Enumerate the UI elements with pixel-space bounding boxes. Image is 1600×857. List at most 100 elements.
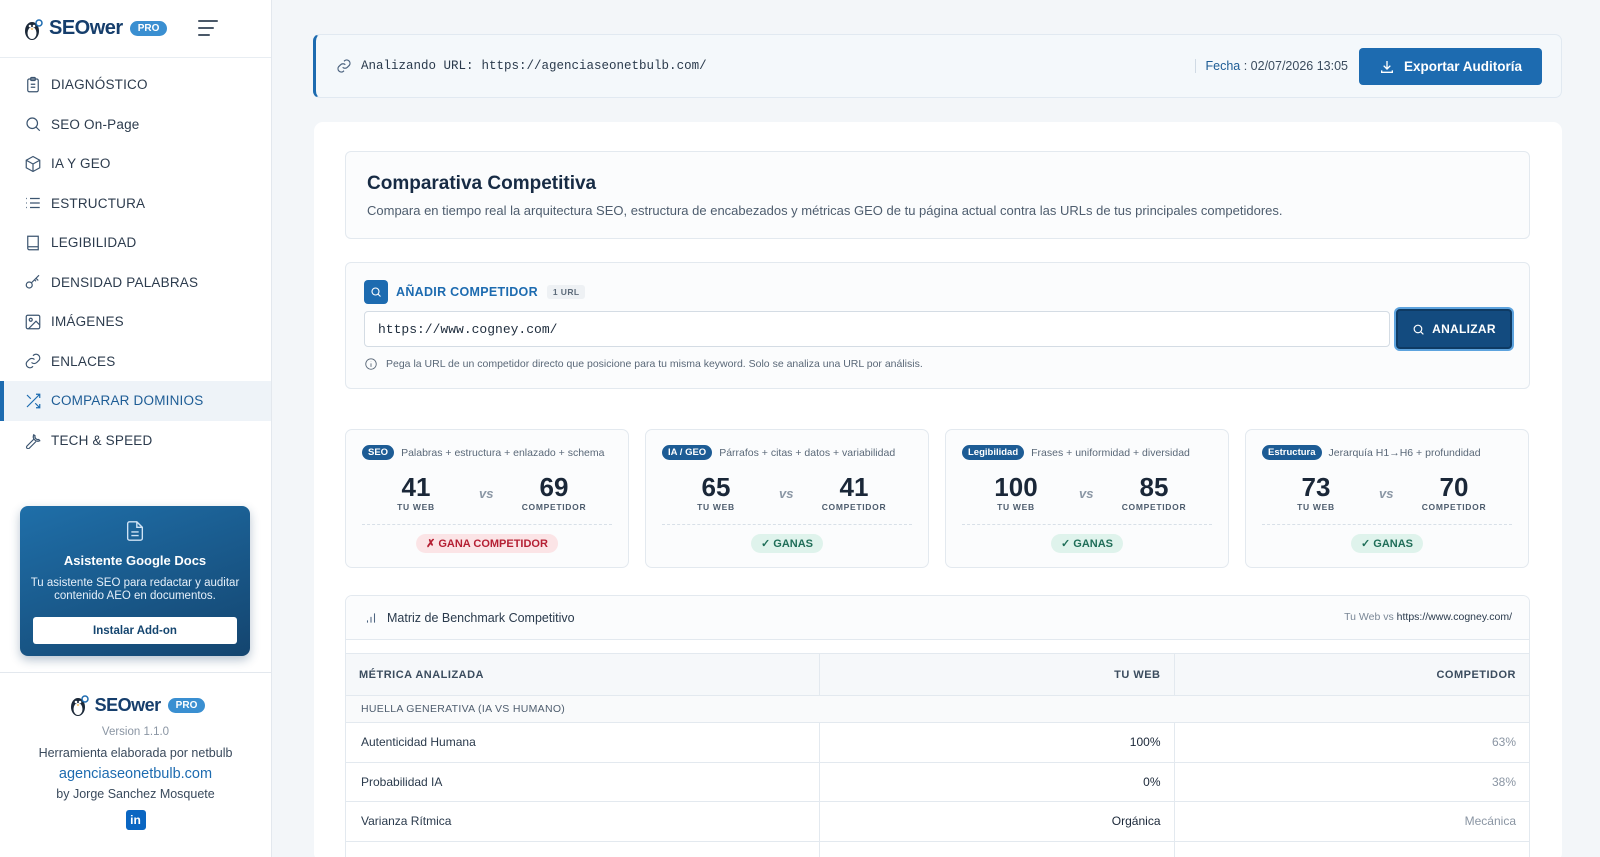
promo-description: Tu asistente SEO para redactar y auditar… — [30, 577, 240, 602]
benchmark-vs-text: Tu Web vs https://www.cogney.com/ — [1344, 611, 1512, 623]
add-competitor-header: AÑADIR COMPETIDOR 1 URL — [364, 280, 586, 304]
your-score-label: TU WEB — [697, 502, 735, 512]
date-value: 02/07/2026 13:05 — [1250, 59, 1348, 73]
card-subtitle: Párrafos + citas + datos + variabilidad — [719, 446, 896, 459]
sidebar-item-enlaces[interactable]: ENLACES — [0, 342, 271, 382]
table-group-row: HUELLA GENERATIVA (IA VS HUMANO) — [346, 695, 1529, 723]
competitor-url-input[interactable]: https://www.cogney.com/ — [364, 311, 1390, 347]
metric-name: Probabilidad IA — [346, 762, 820, 802]
list-icon — [26, 198, 40, 209]
sidebar-item-legibilidad[interactable]: LEGIBILIDAD — [0, 223, 271, 263]
analysis-bar: Analizando URL: https://agenciaseonetbul… — [313, 34, 1562, 98]
date-label: Fecha — [1205, 59, 1241, 73]
table-row: Varianza Rítmica Orgánica Mecánica — [346, 801, 1529, 842]
column-header-you: TU WEB — [819, 653, 1175, 696]
sidebar-header: SEOwer PRO — [0, 0, 271, 58]
score-card-seo: SEO Palabras + estructura + enlazado + sc… — [345, 429, 629, 568]
your-score: 65 TU WEB — [671, 472, 761, 512]
competitor-score-value: 85 — [1139, 472, 1169, 502]
competitor-score: 69 COMPETIDOR — [509, 472, 599, 512]
sidebar-item-imagenes[interactable]: IMÁGENES — [0, 302, 271, 342]
install-addon-button[interactable]: Instalar Add-on — [33, 617, 237, 644]
result-badge: ✓ GANAS — [751, 534, 823, 553]
agency-link[interactable]: agenciaseonetbulb.com — [0, 766, 271, 782]
vs-label: vs — [1379, 486, 1394, 501]
your-score: 73 TU WEB — [1271, 472, 1361, 512]
sidebar-item-label: LEGIBILIDAD — [51, 235, 137, 251]
search-icon — [26, 117, 41, 132]
competitor-score-label: COMPETIDOR — [1121, 502, 1187, 512]
sidebar-item-label: IMÁGENES — [51, 314, 124, 330]
search-icon — [364, 280, 388, 304]
add-competitor-card: AÑADIR COMPETIDOR 1 URL https://www.cogn… — [345, 262, 1530, 389]
your-score-label: TU WEB — [397, 502, 435, 512]
competitor-score-value: 69 — [539, 472, 569, 502]
table-row: Probabilidad IA 0% 38% — [346, 762, 1529, 802]
your-score-value: 100 — [994, 472, 1038, 502]
link-icon — [337, 59, 351, 73]
add-competitor-hint: Pega la URL de un competidor directo que… — [364, 357, 923, 371]
sidebar-item-diagnostico[interactable]: DIAGNÓSTICO — [0, 65, 271, 105]
google-docs-promo: Asistente Google Docs Tu asistente SEO p… — [20, 506, 250, 656]
menu-toggle-icon[interactable] — [198, 20, 218, 38]
sidebar-item-label: IA Y GEO — [51, 156, 111, 172]
export-audit-button[interactable]: Exportar Auditoría — [1359, 48, 1542, 85]
competitor-value: Mecánica — [1174, 801, 1529, 842]
table-row: Autenticidad Humana 100% 63% — [346, 722, 1529, 763]
made-by-text: Herramienta elaborada por netbulb — [38, 746, 233, 760]
promo-title: Asistente Google Docs — [63, 553, 207, 568]
main-panel: Comparativa Competitiva Compara en tiemp… — [314, 122, 1562, 857]
sidebar-item-label: DIAGNÓSTICO — [51, 77, 148, 93]
footer-app-name: SEOwer — [94, 694, 162, 715]
result-badge: ✓ GANAS — [1051, 534, 1123, 553]
competitor-score-label: COMPETIDOR — [521, 502, 587, 512]
metric-name: Varianza Rítmica — [346, 801, 820, 842]
info-icon — [365, 358, 377, 370]
competitor-score: 85 COMPETIDOR — [1109, 472, 1199, 512]
shuffle-icon — [26, 393, 41, 409]
sidebar-item-label: COMPARAR DOMINIOS — [51, 393, 204, 409]
sidebar-item-comparar-dominios[interactable]: COMPARAR DOMINIOS — [0, 381, 271, 421]
card-subtitle: Palabras + estructura + enlazado + schem… — [401, 446, 605, 459]
export-label: Exportar Auditoría — [1403, 59, 1522, 74]
vs-prefix: Tu Web vs — [1344, 611, 1394, 623]
analyze-button[interactable]: ANALIZAR — [1396, 309, 1512, 349]
linkedin-icon[interactable]: in — [125, 810, 146, 830]
your-score-value: 73 — [1301, 472, 1331, 502]
footer-logo: SEOwer PRO — [0, 693, 271, 717]
sidebar-item-seo-on-page[interactable]: SEO On-Page — [0, 105, 271, 145]
vs-label: vs — [779, 486, 794, 501]
penguin-logo-icon — [70, 695, 89, 716]
app-name: SEOwer — [49, 17, 123, 39]
competitor-score-label: COMPETIDOR — [1421, 502, 1487, 512]
column-header-competitor: COMPETIDOR — [1174, 653, 1529, 696]
author-text: by Jorge Sanchez Mosquete — [56, 787, 215, 801]
date-display: Fecha : 02/07/2026 13:05 — [1194, 59, 1348, 73]
analyze-label: ANALIZAR — [1432, 322, 1496, 336]
vs-url: https://www.cogney.com/ — [1396, 611, 1512, 623]
sidebar-item-estructura[interactable]: ESTRUCTURA — [0, 184, 271, 224]
result-badge: ✗ GANA COMPETIDOR — [416, 534, 558, 553]
your-score-value: 41 — [401, 472, 431, 502]
sidebar-item-tech-speed[interactable]: TECH & SPEED — [0, 421, 271, 461]
sidebar-item-label: ESTRUCTURA — [51, 195, 146, 211]
your-value: Orgánica — [819, 801, 1175, 842]
page-title: Comparativa Competitiva — [367, 173, 597, 194]
download-icon — [1380, 60, 1393, 73]
sidebar: SEOwer PRO DIAGNÓSTICO SEO On-Page IA Y … — [0, 0, 272, 857]
intro-card: Comparativa Competitiva Compara en tiemp… — [345, 151, 1530, 239]
sidebar-item-ia-geo[interactable]: IA Y GEO — [0, 144, 271, 184]
url-count-badge: 1 URL — [546, 285, 586, 299]
result-badge: ✓ GANAS — [1351, 534, 1423, 553]
card-tag: Estructura — [1262, 445, 1322, 460]
card-tag: SEO — [362, 445, 395, 460]
table-row — [346, 841, 1529, 857]
card-tag: Legibilidad — [962, 445, 1025, 460]
sidebar-item-densidad[interactable]: DENSIDAD PALABRAS — [0, 263, 271, 303]
add-competitor-title: AÑADIR COMPETIDOR — [396, 285, 538, 299]
table-header-row: MÉTRICA ANALIZADA TU WEB COMPETIDOR — [346, 653, 1529, 696]
group-label: HUELLA GENERATIVA (IA VS HUMANO) — [346, 695, 1529, 723]
competitor-score: 70 COMPETIDOR — [1409, 472, 1499, 512]
column-header-metric: MÉTRICA ANALIZADA — [346, 653, 820, 696]
penguin-logo-icon — [25, 18, 43, 40]
